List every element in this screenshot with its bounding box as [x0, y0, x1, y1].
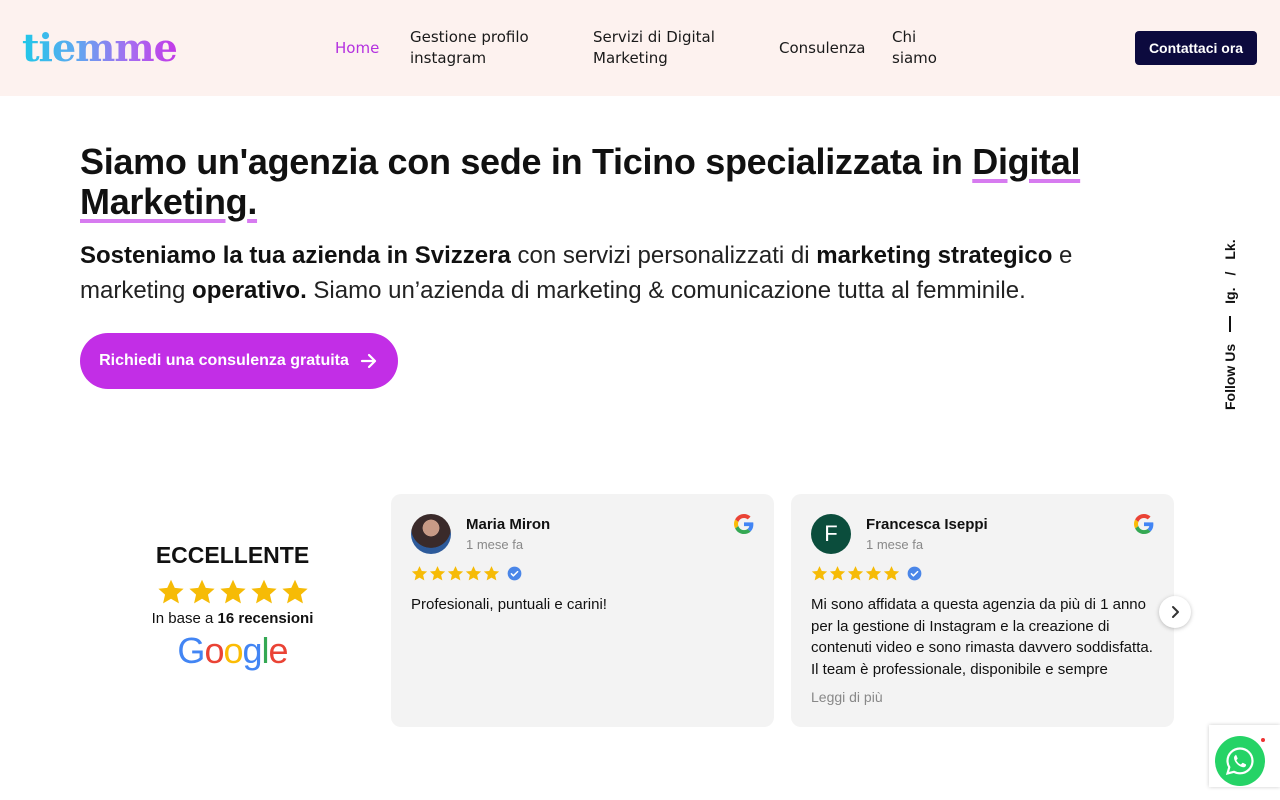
- avatar: F: [811, 514, 851, 554]
- follow-us-bar: Follow Us Ig. / Lk.: [1218, 225, 1242, 410]
- linkedin-link[interactable]: Lk.: [1222, 239, 1238, 259]
- rating-count-prefix: In base a: [151, 610, 218, 627]
- star-icon: [811, 566, 828, 581]
- star-icon: [883, 566, 900, 581]
- review-date: 1 mese fa: [866, 537, 924, 552]
- nav-servizi-digital-marketing[interactable]: Servizi di Digital Marketing: [593, 27, 743, 69]
- nav-gestione-instagram[interactable]: Gestione profilo instagram: [410, 27, 560, 69]
- chevron-right-icon: [1172, 606, 1179, 618]
- hero-title-highlight: Digital: [972, 141, 1081, 182]
- review-card: Maria Miron 1 mese fa Profesionali, punt…: [391, 494, 774, 727]
- star-icon: [411, 566, 428, 581]
- reviewer-name: Maria Miron: [466, 516, 551, 533]
- google-logo: Google: [130, 631, 335, 671]
- star-icon: [447, 566, 464, 581]
- review-stars: [811, 565, 922, 582]
- star-icon: [847, 566, 864, 581]
- star-icon: [188, 579, 215, 604]
- google-g-icon: [1134, 514, 1154, 534]
- hero-title-end: .: [247, 181, 258, 222]
- read-more-link[interactable]: Leggi di più: [811, 689, 883, 705]
- star-icon: [250, 579, 277, 604]
- follow-us-label: Follow Us: [1222, 343, 1238, 410]
- star-icon: [465, 566, 482, 581]
- hero-sub-bold: operativo.: [192, 277, 307, 304]
- hero-sub-text: con servizi personalizzati di: [510, 242, 817, 269]
- rating-count-value: 16 recensioni: [217, 610, 314, 627]
- follow-divider: [1229, 315, 1231, 332]
- contact-button[interactable]: Contattaci ora: [1135, 31, 1257, 65]
- logo[interactable]: tiemme: [22, 26, 178, 70]
- review-card: F Francesca Iseppi 1 mese fa Mi sono aff…: [791, 494, 1174, 727]
- review-text: Mi sono affidata a questa agenzia da più…: [811, 596, 1153, 678]
- hero-title: Siamo un'agenzia con sede in Ticino spec…: [80, 142, 1090, 222]
- google-letter: g: [242, 630, 263, 671]
- google-letter: o: [204, 630, 224, 671]
- rating-title: ECCELLENTE: [155, 542, 310, 568]
- star-icon: [829, 566, 846, 581]
- notification-dot: [1261, 738, 1265, 742]
- hero-subtitle: Sosteniamo la tua azienda in Svizzera co…: [80, 238, 1140, 308]
- whatsapp-icon: [1225, 747, 1254, 776]
- verified-badge-icon: [907, 566, 922, 581]
- arrow-right-icon: [360, 353, 377, 369]
- instagram-link[interactable]: Ig.: [1222, 288, 1238, 304]
- star-icon: [483, 566, 500, 581]
- google-letter: o: [223, 630, 243, 671]
- hero-sub-bold: marketing strategico: [816, 242, 1053, 269]
- avatar: [411, 514, 451, 554]
- free-consultation-label: Richiedi una consulenza gratuita: [99, 352, 349, 369]
- star-icon: [865, 566, 882, 581]
- star-icon: [157, 579, 184, 604]
- hero-sub-bold: Sosteniamo la tua azienda in Svizzera: [80, 242, 511, 269]
- review-text: Profesionali, puntuali e carini!: [411, 596, 607, 613]
- hero-title-highlight: Marketing: [80, 181, 248, 222]
- google-letter: e: [268, 630, 289, 671]
- star-icon: [281, 579, 308, 604]
- hero-title-text: Siamo un'agenzia con sede in Ticino spec…: [80, 141, 973, 182]
- nav-chi-siamo[interactable]: Chi siamo: [892, 27, 952, 69]
- google-letter: G: [177, 630, 205, 671]
- verified-badge-icon: [507, 566, 522, 581]
- rating-stars: [130, 578, 335, 606]
- star-icon: [429, 566, 446, 581]
- free-consultation-button[interactable]: Richiedi una consulenza gratuita: [80, 333, 398, 389]
- rating-count: In base a 16 recensioni: [130, 610, 335, 627]
- rating-summary: ECCELLENTE In base a 16 recensioni Googl…: [130, 540, 335, 671]
- follow-separator: /: [1222, 271, 1238, 276]
- nav-consulenza[interactable]: Consulenza: [779, 38, 865, 59]
- google-letter: l: [261, 630, 270, 671]
- carousel-next-button[interactable]: [1159, 596, 1191, 628]
- nav-home[interactable]: Home: [335, 38, 379, 59]
- hero-sub-text: Siamo un’azienda di marketing & comunica…: [306, 277, 1026, 304]
- review-stars: [411, 565, 522, 582]
- site-header: tiemme Home Gestione profilo instagram S…: [0, 0, 1280, 96]
- reviewer-name: Francesca Iseppi: [866, 516, 988, 533]
- star-icon: [219, 579, 246, 604]
- whatsapp-button[interactable]: [1215, 736, 1265, 786]
- google-g-icon: [734, 514, 754, 534]
- review-date: 1 mese fa: [466, 537, 524, 552]
